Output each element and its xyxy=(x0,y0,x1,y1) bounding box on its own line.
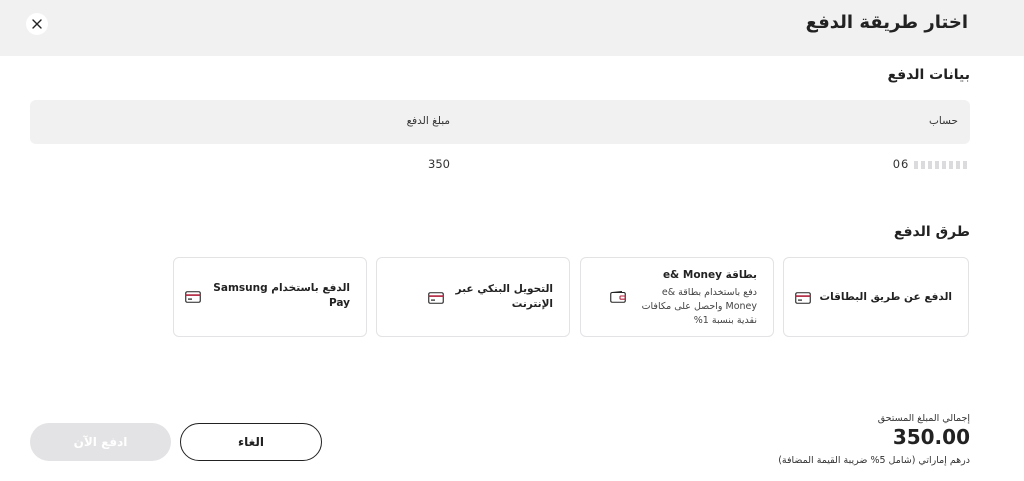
account-number-prefix: 06 xyxy=(892,157,910,171)
credit-card-icon xyxy=(185,291,201,303)
payment-method-eand-money[interactable]: بطاقة e& Money دفع باستخدام بطاقة e& Mon… xyxy=(580,257,774,337)
payment-details-table-header: حساب مبلغ الدفع xyxy=(30,100,970,144)
modal-title: اختار طريقة الدفع xyxy=(805,12,968,33)
payment-method-title: بطاقة e& Money xyxy=(662,269,757,281)
payment-method-cards[interactable]: الدفع عن طريق البطاقات xyxy=(783,257,969,337)
payment-method-bank-transfer[interactable]: التحويل البنكي عبر الإنترنت xyxy=(376,257,570,337)
wallet-icon xyxy=(610,291,626,303)
vat-note: درهم إماراتي (شامل 5% ضريبة القيمة المضا… xyxy=(778,455,970,466)
payment-methods-heading: طرق الدفع xyxy=(893,224,970,240)
payment-method-description: دفع باستخدام بطاقة e& Money واحصل على مك… xyxy=(641,287,757,326)
payment-method-title: التحويل البنكي عبر الإنترنت xyxy=(455,283,553,310)
modal-header: اختار طريقة الدفع xyxy=(0,0,1024,56)
column-header-account: حساب xyxy=(929,115,958,127)
column-header-amount: مبلغ الدفع xyxy=(406,115,450,127)
payment-method-samsung-pay[interactable]: الدفع باستخدام Samsung Pay xyxy=(173,257,367,337)
amount-cell: 350 xyxy=(428,157,450,171)
pay-now-button[interactable]: ادفع الآن xyxy=(30,423,171,461)
total-amount: 350.00 xyxy=(892,425,970,449)
credit-card-icon xyxy=(794,292,811,304)
account-number-masked xyxy=(914,160,970,169)
payment-method-title: الدفع عن طريق البطاقات xyxy=(819,291,952,303)
close-button[interactable] xyxy=(26,13,48,35)
payment-details-heading: بيانات الدفع xyxy=(887,67,970,83)
account-number-cell: 06 xyxy=(893,157,970,171)
payment-method-title: الدفع باستخدام Samsung Pay xyxy=(213,282,350,309)
credit-card-icon xyxy=(428,292,444,304)
close-icon xyxy=(32,19,42,29)
total-label: إجمالي المبلغ المستحق xyxy=(877,413,970,424)
cancel-button[interactable]: الغاء xyxy=(180,423,322,461)
